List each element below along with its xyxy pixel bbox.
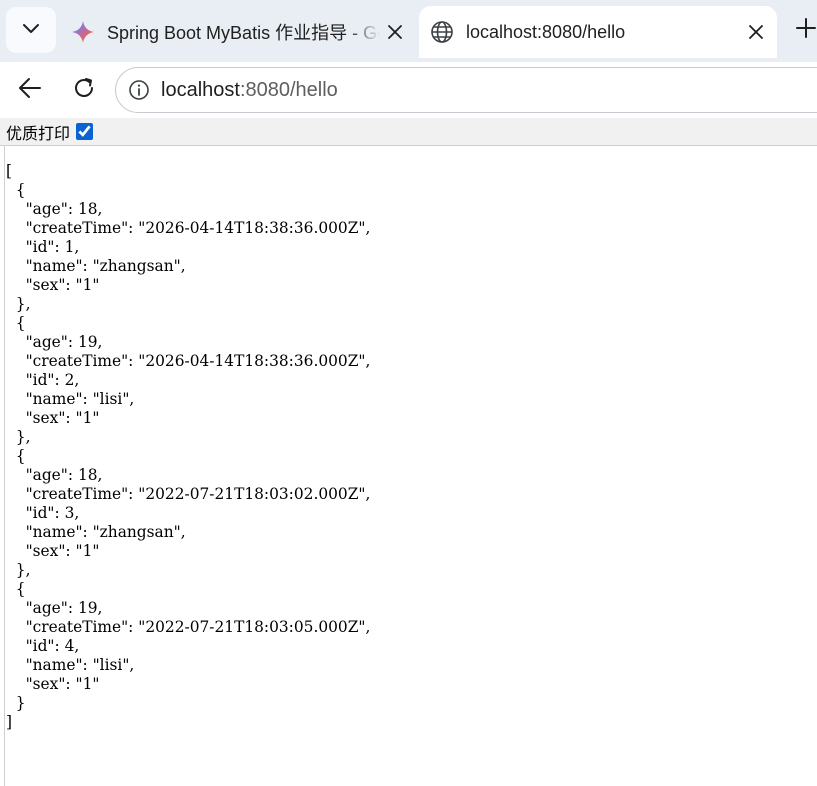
tab-gemini[interactable]: Spring Boot MyBatis 作业指导 - Gemini <box>58 6 416 58</box>
gemini-sparkle-icon <box>70 19 96 45</box>
json-line: "name": "lisi", <box>6 656 135 674</box>
json-line: "sex": "1" <box>6 276 100 294</box>
json-line: [ <box>6 162 13 180</box>
chevron-down-icon <box>20 17 42 44</box>
globe-icon <box>429 19 455 45</box>
json-line: { <box>6 314 26 332</box>
json-line: }, <box>6 295 31 313</box>
json-line: }, <box>6 428 31 446</box>
back-button[interactable] <box>10 70 50 110</box>
plus-icon <box>794 16 817 45</box>
close-tab-icon[interactable] <box>741 17 771 47</box>
json-line: "createTime": "2026-04-14T18:38:36.000Z"… <box>6 219 371 237</box>
json-line: "age": 19, <box>6 599 103 617</box>
json-line: }, <box>6 561 31 579</box>
close-tab-icon[interactable] <box>380 17 410 47</box>
pretty-print-checkbox[interactable] <box>76 123 94 140</box>
json-line: { <box>6 580 26 598</box>
url-host: localhost <box>161 78 240 101</box>
json-line: "id": 4, <box>6 637 80 655</box>
json-line: "id": 3, <box>6 504 80 522</box>
site-info-icon[interactable] <box>126 77 152 103</box>
json-line: "sex": "1" <box>6 675 100 693</box>
tab-title: localhost:8080/hello <box>466 21 626 42</box>
json-line: "createTime": "2026-04-14T18:38:36.000Z"… <box>6 352 371 370</box>
tab-localhost[interactable]: localhost:8080/hello <box>419 6 777 58</box>
tab-search-button[interactable] <box>6 7 56 53</box>
json-line: "name": "lisi", <box>6 390 135 408</box>
json-content: [ { "age": 18, "createTime": "2026-04-14… <box>6 162 370 732</box>
pretty-print-label: 优质打印 <box>6 125 71 143</box>
reload-button[interactable] <box>64 70 104 110</box>
json-line: "age": 18, <box>6 466 103 484</box>
json-line: "sex": "1" <box>6 409 100 427</box>
json-line: "age": 19, <box>6 333 103 351</box>
json-line: "name": "zhangsan", <box>6 523 186 541</box>
json-line: "sex": "1" <box>6 542 100 560</box>
new-tab-button[interactable] <box>786 10 817 50</box>
browser-toolbar: localhost:8080/hello <box>0 62 817 118</box>
page-left-border <box>4 146 5 786</box>
address-url: localhost:8080/hello <box>161 79 338 102</box>
json-line: "id": 1, <box>6 238 80 256</box>
json-line: ] <box>6 713 13 731</box>
json-line: "createTime": "2022-07-21T18:03:02.000Z"… <box>6 485 371 503</box>
url-path: :8080/hello <box>239 78 338 101</box>
json-line: "age": 18, <box>6 200 103 218</box>
json-line: "createTime": "2022-07-21T18:03:05.000Z"… <box>6 618 371 636</box>
json-line: { <box>6 447 26 465</box>
json-line: { <box>6 181 26 199</box>
json-viewer-bar: 优质打印 <box>0 118 817 146</box>
tab-title: Spring Boot MyBatis 作业指导 - Gemini <box>107 23 380 43</box>
json-line: } <box>6 694 26 712</box>
back-arrow-icon <box>17 75 43 106</box>
reload-icon <box>72 76 96 105</box>
address-bar[interactable]: localhost:8080/hello <box>115 67 817 113</box>
json-line: "name": "zhangsan", <box>6 257 186 275</box>
json-line: "id": 2, <box>6 371 80 389</box>
tab-strip: Spring Boot MyBatis 作业指导 - Gemini localh… <box>0 0 817 62</box>
